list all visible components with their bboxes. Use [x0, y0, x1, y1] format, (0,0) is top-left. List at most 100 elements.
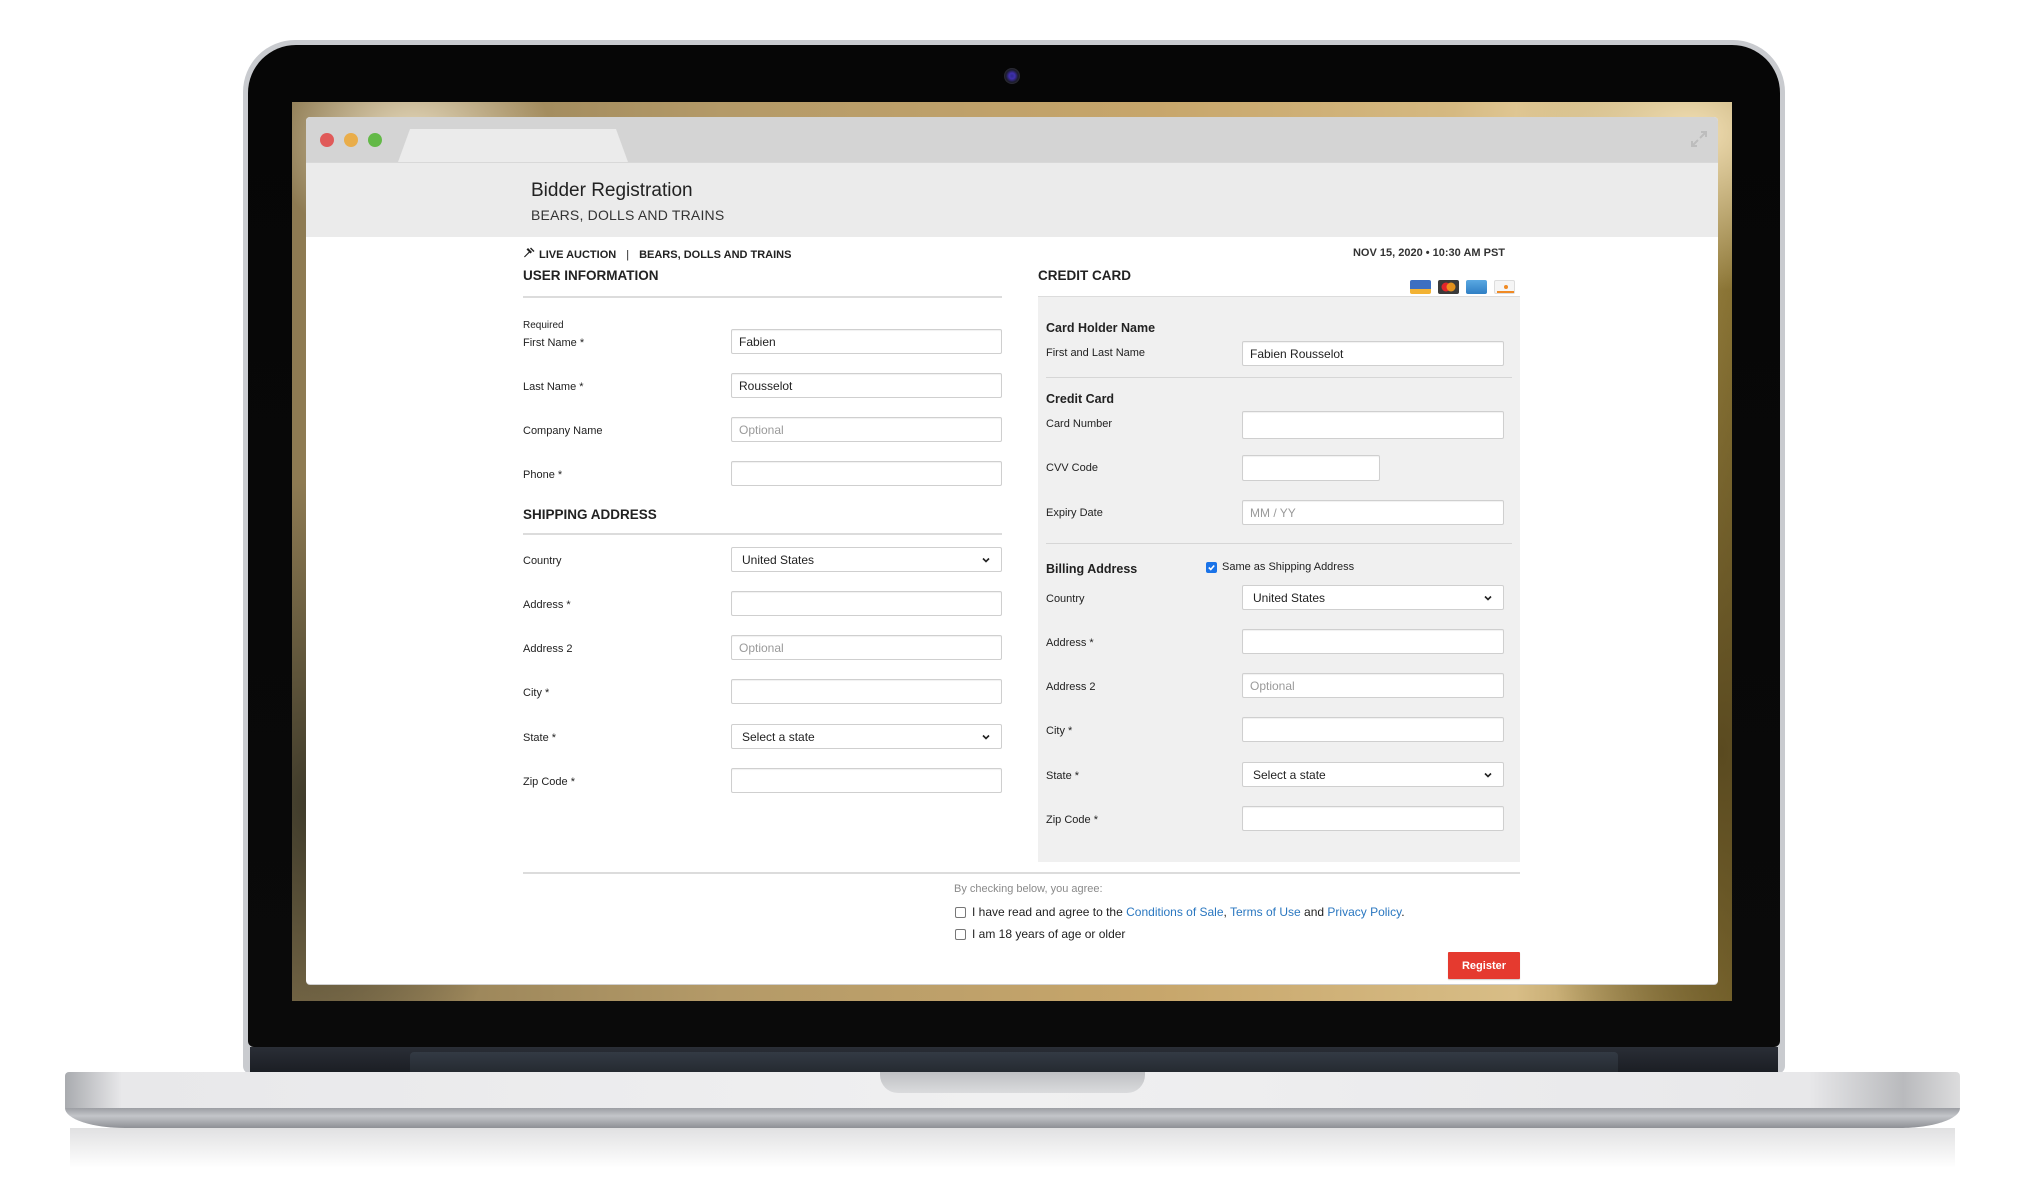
period: . [1401, 905, 1405, 919]
card-icons [1410, 273, 1522, 297]
age-checkbox[interactable] [955, 929, 966, 940]
phone-label: Phone * [523, 469, 563, 481]
cvv-label: CVV Code [1046, 462, 1098, 474]
credit-card-panel: Card Holder Name First and Last Name Cre… [1038, 297, 1520, 862]
page-subtitle: BEARS, DOLLS AND TRAINS [531, 207, 725, 223]
terms-prefix: I have read and agree to the [972, 905, 1123, 919]
user-information-heading: USER INFORMATION [523, 268, 659, 283]
divider [523, 872, 1520, 874]
page-header: Bidder Registration BEARS, DOLLS AND TRA… [306, 162, 1718, 237]
billing-address-label: Address * [1046, 637, 1094, 649]
billing-state-value: Select a state [1253, 767, 1326, 782]
chevron-down-icon [982, 557, 990, 563]
shipping-zip-input[interactable] [731, 768, 1002, 793]
same-as-shipping-label[interactable]: Same as Shipping Address [1222, 561, 1354, 573]
shipping-country-select[interactable]: United States [731, 547, 1002, 572]
amex-icon [1466, 280, 1487, 294]
shipping-state-label: State * [523, 732, 557, 744]
auction-date: NOV 15, 2020 • 10:30 AM PST [1352, 247, 1505, 259]
browser-window: Bidder Registration BEARS, DOLLS AND TRA… [306, 117, 1718, 984]
credit-card-heading: CREDIT CARD [1038, 268, 1131, 283]
phone-input[interactable] [731, 461, 1002, 486]
auction-type: LIVE AUCTION [539, 248, 617, 261]
divider [1046, 543, 1512, 544]
terms-checkbox[interactable] [955, 907, 966, 918]
maximize-window-button[interactable] [368, 133, 382, 147]
shipping-state-select[interactable]: Select a state [731, 724, 1002, 749]
credit-card-subheading: Credit Card [1046, 392, 1115, 406]
billing-country-label: Country [1046, 593, 1085, 605]
shipping-address-heading: SHIPPING ADDRESS [523, 507, 657, 522]
divider [523, 296, 1002, 298]
card-number-label: Card Number [1046, 418, 1113, 430]
privacy-policy-link[interactable]: Privacy Policy [1327, 905, 1401, 919]
shipping-address2-input[interactable] [731, 635, 1002, 660]
divider [1046, 377, 1512, 378]
billing-address2-label: Address 2 [1046, 681, 1096, 693]
register-button[interactable]: Register [1448, 952, 1520, 979]
visa-icon [1410, 280, 1431, 294]
laptop-base-lower [65, 1108, 1960, 1128]
breadcrumb-separator: | [626, 248, 630, 261]
shipping-city-input[interactable] [731, 679, 1002, 704]
card-number-input[interactable] [1242, 411, 1504, 439]
billing-address-heading: Billing Address [1046, 562, 1138, 576]
comma: , [1223, 905, 1227, 919]
billing-country-value: United States [1253, 590, 1326, 605]
terms-of-use-link[interactable]: Terms of Use [1230, 905, 1301, 919]
shipping-country-label: Country [523, 555, 562, 567]
shipping-address-label: Address * [523, 599, 571, 611]
billing-zip-input[interactable] [1242, 806, 1504, 831]
card-holder-input[interactable] [1242, 341, 1504, 366]
billing-address2-input[interactable] [1242, 673, 1504, 698]
first-name-input[interactable] [731, 329, 1002, 354]
auction-name[interactable]: BEARS, DOLLS AND TRAINS [639, 249, 791, 261]
camera-icon [1004, 68, 1020, 84]
discover-icon [1494, 280, 1515, 294]
chevron-down-icon [982, 734, 990, 740]
cvv-input[interactable] [1242, 455, 1380, 481]
billing-country-select[interactable]: United States [1242, 585, 1504, 610]
minimize-window-button[interactable] [344, 133, 358, 147]
company-name-input[interactable] [731, 417, 1002, 442]
divider [523, 533, 1002, 535]
checkmark-icon [1208, 564, 1215, 571]
browser-tab[interactable] [398, 129, 628, 162]
gavel-icon [523, 247, 535, 262]
billing-zip-label: Zip Code * [1046, 814, 1098, 826]
billing-address-input[interactable] [1242, 629, 1504, 654]
same-as-shipping-checkbox[interactable] [1206, 562, 1217, 573]
shipping-address2-label: Address 2 [523, 643, 573, 655]
billing-city-label: City * [1046, 725, 1073, 737]
shipping-address-input[interactable] [731, 591, 1002, 616]
expiry-label: Expiry Date [1046, 507, 1103, 519]
mastercard-icon [1438, 280, 1459, 294]
conditions-of-sale-link[interactable]: Conditions of Sale [1126, 905, 1223, 919]
expiry-input[interactable] [1242, 500, 1504, 525]
shipping-zip-label: Zip Code * [523, 776, 575, 788]
and-text: and [1304, 905, 1325, 919]
chevron-down-icon [1484, 772, 1492, 778]
expand-arrows-icon[interactable] [1690, 130, 1708, 148]
close-window-button[interactable] [320, 133, 334, 147]
age-label[interactable]: I am 18 years of age or older [972, 927, 1125, 941]
card-holder-heading: Card Holder Name [1046, 321, 1156, 335]
shipping-state-value: Select a state [742, 729, 815, 744]
shipping-country-value: United States [742, 552, 815, 567]
breadcrumb: LIVE AUCTION | BEARS, DOLLS AND TRAINS [523, 247, 791, 262]
laptop-reflection [70, 1128, 1955, 1168]
shipping-city-label: City * [523, 687, 550, 699]
laptop-hinge-inner [410, 1052, 1618, 1072]
company-name-label: Company Name [523, 425, 603, 437]
laptop-notch [880, 1072, 1145, 1093]
required-note: Required [523, 320, 564, 331]
page-title: Bidder Registration [531, 180, 693, 201]
first-name-label: First Name * [523, 337, 585, 349]
agreement-hint: By checking below, you agree: [954, 883, 1103, 895]
card-holder-label: First and Last Name [1046, 347, 1146, 359]
billing-state-select[interactable]: Select a state [1242, 762, 1504, 787]
billing-city-input[interactable] [1242, 717, 1504, 742]
last-name-input[interactable] [731, 373, 1002, 398]
terms-agreement: I have read and agree to the Conditions … [972, 905, 1405, 919]
chevron-down-icon [1484, 595, 1492, 601]
